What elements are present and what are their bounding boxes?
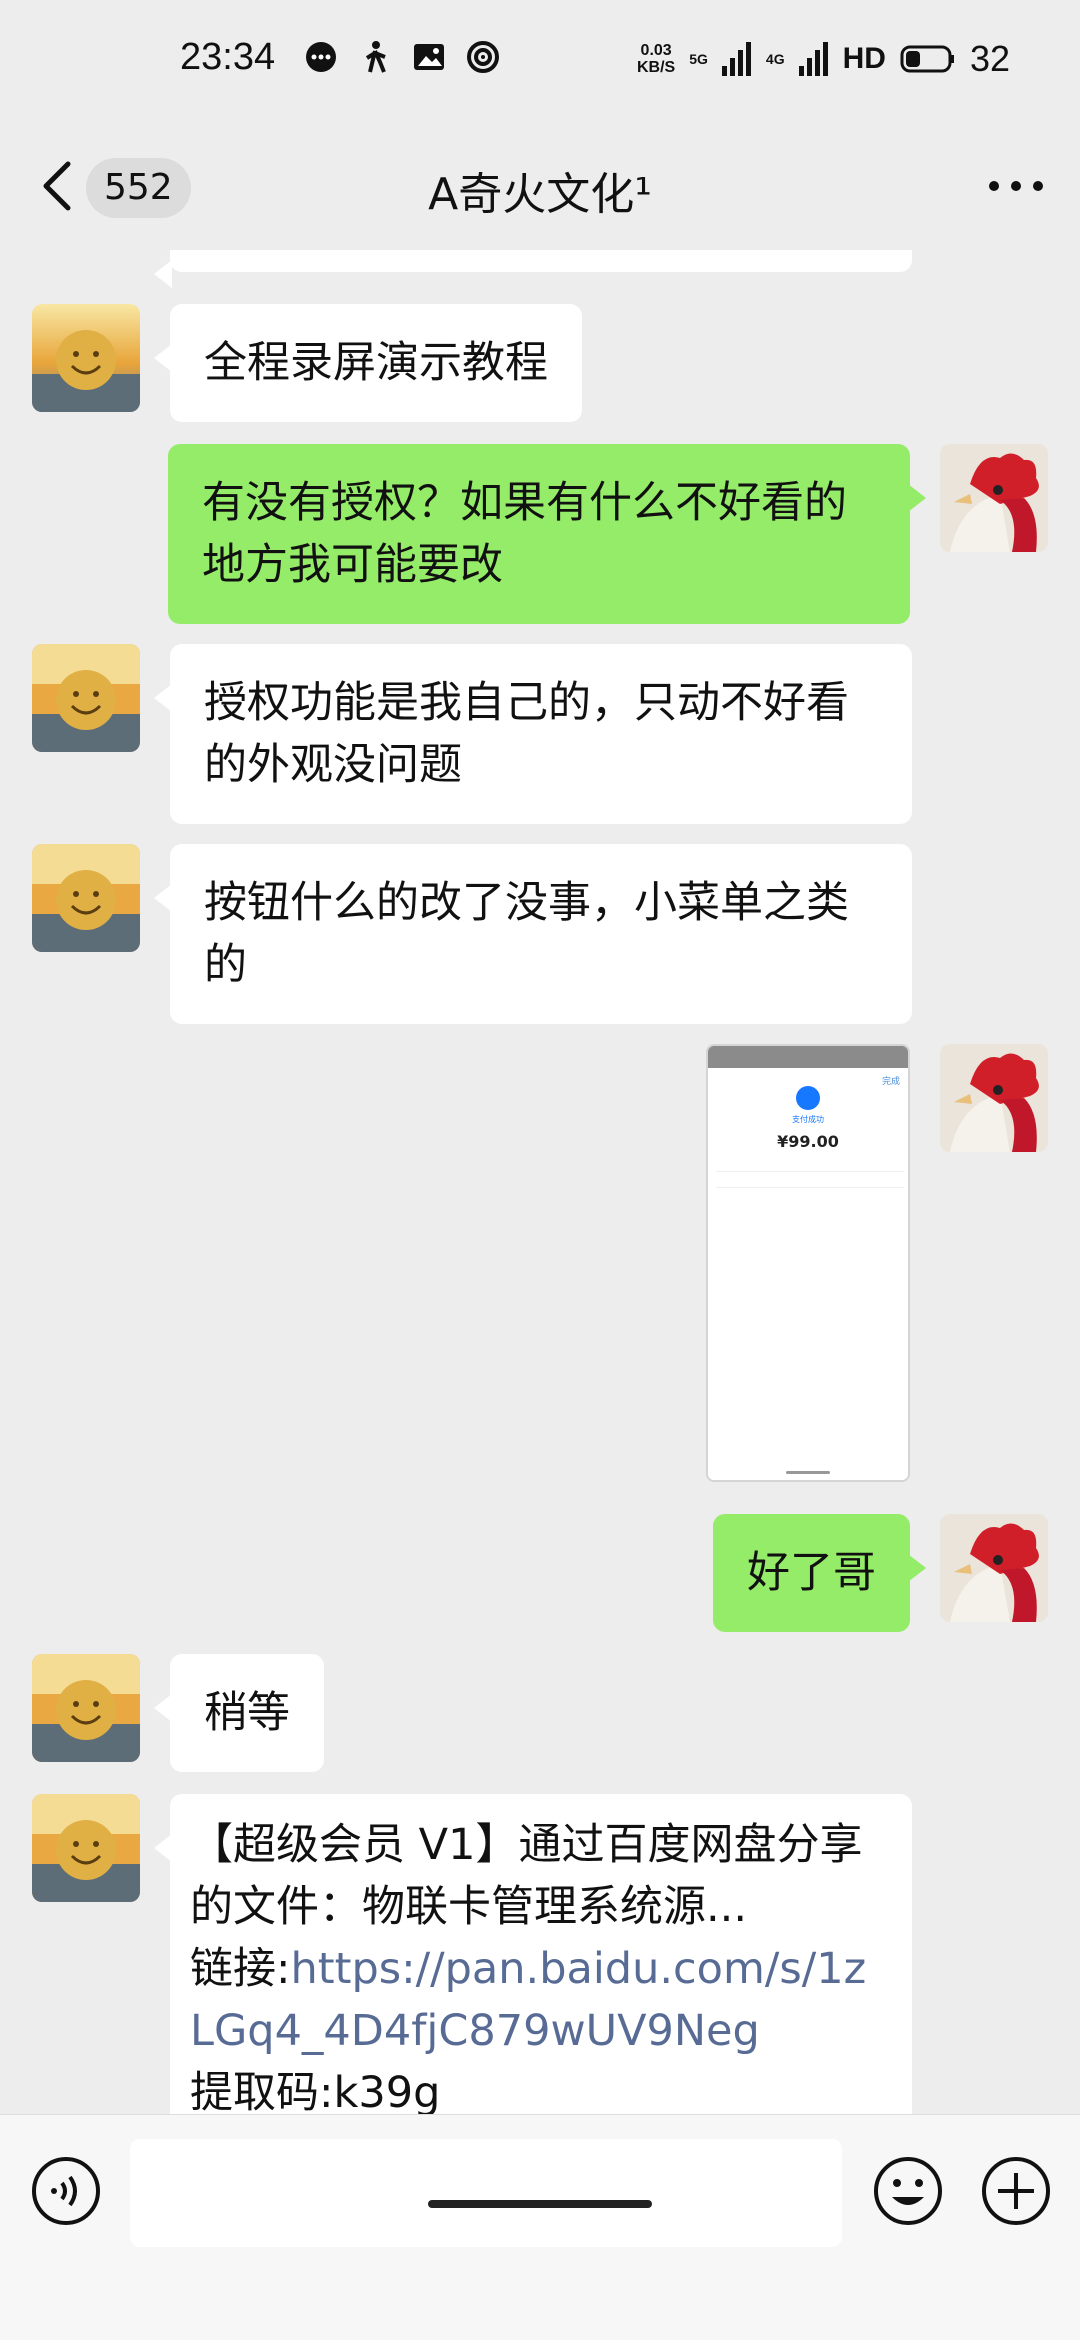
image-message[interactable]: 完成 支付成功 ¥99.00 [706,1044,910,1482]
chat-header: 552 A奇火文化¹ [0,120,1080,250]
network-speed: 0.03 KB/S [637,42,676,76]
image-detail-line [716,1180,904,1188]
signal-bars-icon [721,42,751,76]
rooster-avatar-icon [940,1514,1048,1622]
contact-avatar[interactable] [32,1654,140,1762]
battery-level: 32 [969,38,1010,79]
contact-avatar[interactable] [32,644,140,752]
smiley-sunset-avatar-icon [32,1794,140,1902]
hd-label: HD [842,42,886,75]
message-bubble[interactable]: 有没有授权？如果有什么不好看的地方我可能要改 [168,444,926,624]
smiley-sunset-avatar-icon [32,844,140,952]
my-avatar[interactable] [940,1514,1048,1622]
add-more-icon[interactable] [980,2155,1052,2227]
my-avatar[interactable] [940,1044,1048,1152]
contact-avatar[interactable] [32,1794,140,1902]
image-subtitle: 支付成功 [792,1115,824,1124]
message-list[interactable]: 全程录屏演示教程 有没有授权？如果有什么不好看的地方我可能要改 授权功能是我自己… [0,250,1080,2114]
smiley-sunset-avatar-icon [32,304,140,412]
walking-person-icon [365,41,386,73]
contact-avatar[interactable] [32,844,140,952]
alipay-logo-icon [796,1086,820,1110]
contact-avatar[interactable] [32,304,140,412]
chat-title: A奇火文化¹ [428,169,652,220]
image-done-label: 完成 [881,1077,900,1087]
message-bubble[interactable]: 按钮什么的改了没事，小菜单之类的 [154,844,912,1024]
message-bubble[interactable]: 好了哥 [713,1514,926,1632]
signal-bars-2-icon [798,42,828,76]
message-bubble[interactable]: 授权功能是我自己的，只动不好看的外观没问题 [154,644,912,824]
message-bubble[interactable]: 稍等 [154,1654,324,1772]
smiley-sunset-avatar-icon [32,644,140,752]
message-bubble[interactable]: 全程录屏演示教程 [154,304,582,422]
share-description: 【超级会员 V1】通过百度网盘分享的文件：物联卡管理系统源... [190,1820,863,1932]
my-avatar[interactable] [940,444,1048,552]
signal-4g-label: 4G [765,51,785,67]
extraction-code: 提取码:k39g [190,2068,441,2114]
message-bubble-partial[interactable] [154,250,912,288]
status-bar: 23:34 0.03 KB/S 5G 4G HD 32 [0,0,1080,118]
image-home-bar [786,1471,830,1474]
image-amount: ¥99.00 [777,1132,839,1151]
voice-input-icon[interactable] [30,2155,102,2227]
smiley-sunset-avatar-icon [32,1654,140,1762]
more-options-icon[interactable] [988,172,1044,200]
rooster-avatar-icon [940,444,1048,552]
rooster-avatar-icon [940,1044,1048,1152]
gallery-icon [414,44,444,70]
share-link-row: 链接:https://pan.baidu.com/s/1zLGq4_4D4fjC… [190,1944,867,2056]
notification-icons [304,40,500,74]
message-notification-icon [306,42,336,72]
message-input[interactable] [130,2139,842,2247]
home-indicator[interactable] [428,2200,652,2208]
share-link[interactable]: https://pan.baidu.com/s/1zLGq4_4D4fjC879… [190,1944,866,2056]
status-time: 23:34 [180,36,276,78]
signal-5g-label: 5G [689,51,708,67]
input-bar [0,2114,1080,2340]
image-status-bar [708,1046,908,1068]
status-indicators: 0.03 KB/S 5G 4G HD 32 [637,38,1010,80]
emoji-icon[interactable] [872,2155,944,2227]
image-detail-line [716,1164,904,1172]
hotspot-icon [467,41,499,73]
battery-icon [900,45,954,73]
message-bubble-share-link[interactable]: 【超级会员 V1】通过百度网盘分享的文件：物联卡管理系统源... 链接:http… [154,1794,912,2114]
